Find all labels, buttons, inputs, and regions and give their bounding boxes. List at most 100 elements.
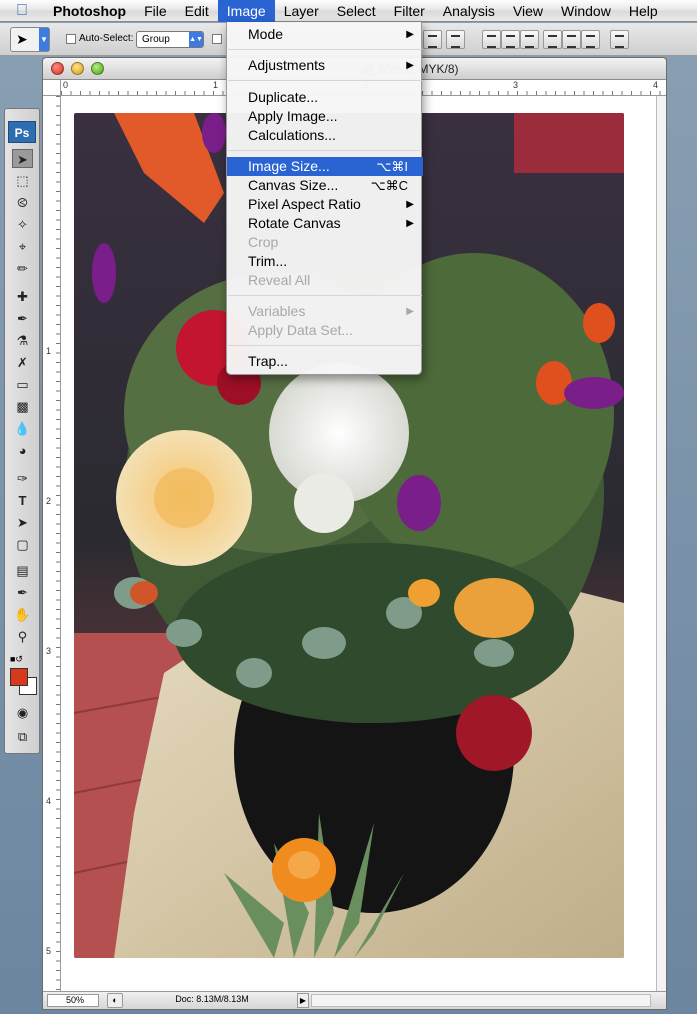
menu-item-crop: Crop (248, 234, 279, 250)
ruler-h-label: 1 (213, 80, 219, 90)
menu-select[interactable]: Select (328, 0, 385, 22)
eraser-tool-icon[interactable]: ▭ (12, 375, 33, 394)
zoom-level-field[interactable]: 50% (47, 994, 99, 1007)
path-selection-tool-icon[interactable]: ➤ (12, 513, 33, 532)
menu-separator (228, 49, 422, 50)
submenu-arrow-icon: ▶ (406, 199, 414, 210)
ruler-v-label: 1 (46, 346, 52, 356)
tools-panel: Ps ➤ ⬚ ⧀ ✧ ⌖ ✏ ✚ ✒ ⚗ ✗ ▭ ▩ 💧 ◕ ✑ T ➤ ▢ ▤… (4, 108, 40, 754)
image-menu-dropdown: Mode ▶ Adjustments ▶ Duplicate... Apply … (226, 22, 423, 375)
brush-tool-icon[interactable]: ✒ (12, 309, 33, 328)
move-tool-icon: ➤ (16, 31, 28, 47)
magic-wand-tool-icon[interactable]: ✧ (12, 215, 33, 234)
notes-tool-icon[interactable]: ▤ (12, 561, 33, 580)
status-menu-arrow-icon[interactable]: ▶ (297, 993, 309, 1008)
dodge-tool-icon[interactable]: ◕ (12, 441, 33, 460)
dropdown-arrow-icon: ▼ (39, 28, 49, 51)
tool-preset-picker[interactable]: ➤ ▼ (10, 27, 50, 52)
healing-brush-tool-icon[interactable]: ✚ (12, 287, 33, 306)
align-btn-2[interactable] (446, 30, 465, 49)
menu-analysis[interactable]: Analysis (434, 0, 504, 22)
menu-item-adjustments[interactable]: Adjustments ▶ (227, 56, 423, 75)
menu-item-label: Mode (248, 26, 284, 42)
marquee-tool-icon[interactable]: ⬚ (12, 171, 33, 190)
vertical-ruler[interactable]: 1 2 3 4 5 (43, 96, 61, 991)
menu-item-trim[interactable]: Trim... (227, 252, 423, 271)
align-btn-1[interactable] (423, 30, 442, 49)
menu-item-apply-data-set: Apply Data Set... (248, 322, 354, 338)
blur-tool-icon[interactable]: 💧 (12, 419, 33, 438)
menu-item-apply-image[interactable]: Apply Image... (227, 107, 423, 126)
ruler-origin[interactable] (43, 80, 61, 96)
menu-file[interactable]: File (135, 0, 176, 22)
pen-tool-icon[interactable]: ✑ (12, 469, 33, 488)
clone-stamp-tool-icon[interactable]: ⚗ (12, 331, 33, 350)
ruler-h-label: 0 (63, 80, 69, 90)
auto-select-value: Group (142, 34, 170, 45)
screen-mode-icon[interactable]: ⧉ (12, 727, 33, 746)
menu-item-label: Canvas Size... (248, 177, 339, 193)
apple-menu-icon[interactable]:  (0, 2, 44, 20)
ruler-v-label: 3 (46, 646, 52, 656)
move-tool-icon[interactable]: ➤ (12, 149, 33, 168)
type-tool-icon[interactable]: T (12, 491, 33, 510)
menu-item-duplicate[interactable]: Duplicate... (227, 88, 423, 107)
status-info-icon[interactable]: ◐ (107, 993, 123, 1008)
menu-item-trap[interactable]: Trap... (227, 352, 423, 371)
menu-item-canvas-size[interactable]: Canvas Size... ⌥⌘C (227, 176, 423, 195)
history-brush-tool-icon[interactable]: ✗ (12, 353, 33, 372)
menu-item-mode[interactable]: Mode ▶ (227, 25, 423, 44)
menu-item-image-size[interactable]: Image Size... ⌥⌘I (227, 157, 423, 176)
auto-select-checkbox[interactable] (66, 34, 76, 44)
zoom-window-button[interactable] (91, 62, 104, 75)
auto-select-dropdown[interactable]: Group ▲▼ (136, 31, 204, 48)
ruler-h-label: 4 (653, 80, 659, 90)
distribute-btn-1[interactable] (482, 30, 501, 49)
submenu-arrow-icon: ▶ (406, 218, 414, 229)
eyedropper-tool-icon[interactable]: ✒ (12, 583, 33, 602)
foreground-color-swatch[interactable] (10, 668, 28, 686)
distribute-btn-6[interactable] (581, 30, 600, 49)
menu-edit[interactable]: Edit (176, 0, 218, 22)
menu-separator (228, 295, 422, 296)
distribute-btn-4[interactable] (543, 30, 562, 49)
distribute-btn-2[interactable] (501, 30, 520, 49)
quick-mask-icon[interactable]: ◉ (12, 703, 33, 722)
menu-help[interactable]: Help (620, 0, 667, 22)
menu-window[interactable]: Window (552, 0, 620, 22)
menu-filter[interactable]: Filter (385, 0, 434, 22)
menu-item-calculations[interactable]: Calculations... (227, 126, 423, 145)
menu-view[interactable]: View (504, 0, 552, 22)
ruler-v-label: 2 (46, 496, 52, 506)
menu-item-pixel-aspect-ratio[interactable]: Pixel Aspect Ratio ▶ (227, 195, 423, 214)
distribute-btn-3[interactable] (520, 30, 539, 49)
submenu-arrow-icon: ▶ (406, 60, 414, 71)
hand-tool-icon[interactable]: ✋ (12, 605, 33, 624)
zoom-tool-icon[interactable]: ⚲ (12, 627, 33, 646)
close-window-button[interactable] (51, 62, 64, 75)
menu-item-rotate-canvas[interactable]: Rotate Canvas ▶ (227, 214, 423, 233)
menu-item-shortcut: ⌥⌘I (376, 159, 408, 174)
menu-layer[interactable]: Layer (275, 0, 328, 22)
crop-tool-icon[interactable]: ⌖ (12, 237, 33, 256)
horizontal-scrollbar[interactable] (311, 994, 651, 1007)
lasso-tool-icon[interactable]: ⧀ (12, 193, 33, 212)
menu-item-label: Adjustments (248, 57, 326, 73)
gradient-tool-icon[interactable]: ▩ (12, 397, 33, 416)
menu-image[interactable]: Image (217, 0, 275, 22)
menu-item-reveal-all: Reveal All (248, 272, 311, 288)
shape-tool-icon[interactable]: ▢ (12, 535, 33, 554)
show-transform-checkbox[interactable] (212, 34, 222, 44)
default-colors-icon[interactable]: ■↺ (10, 654, 23, 665)
submenu-arrow-icon: ▶ (406, 29, 414, 40)
ruler-h-label: 3 (513, 80, 519, 90)
minimize-window-button[interactable] (71, 62, 84, 75)
auto-align-layers-button[interactable] (610, 30, 629, 49)
menu-item-label: Image Size... (248, 158, 330, 174)
auto-select-label: Auto-Select: (79, 33, 134, 44)
distribute-btn-5[interactable] (562, 30, 581, 49)
menu-photoshop[interactable]: Photoshop (44, 0, 135, 22)
photoshop-logo[interactable]: Ps (8, 121, 36, 143)
slice-tool-icon[interactable]: ✏ (12, 259, 33, 278)
vertical-scrollbar[interactable] (656, 96, 666, 991)
